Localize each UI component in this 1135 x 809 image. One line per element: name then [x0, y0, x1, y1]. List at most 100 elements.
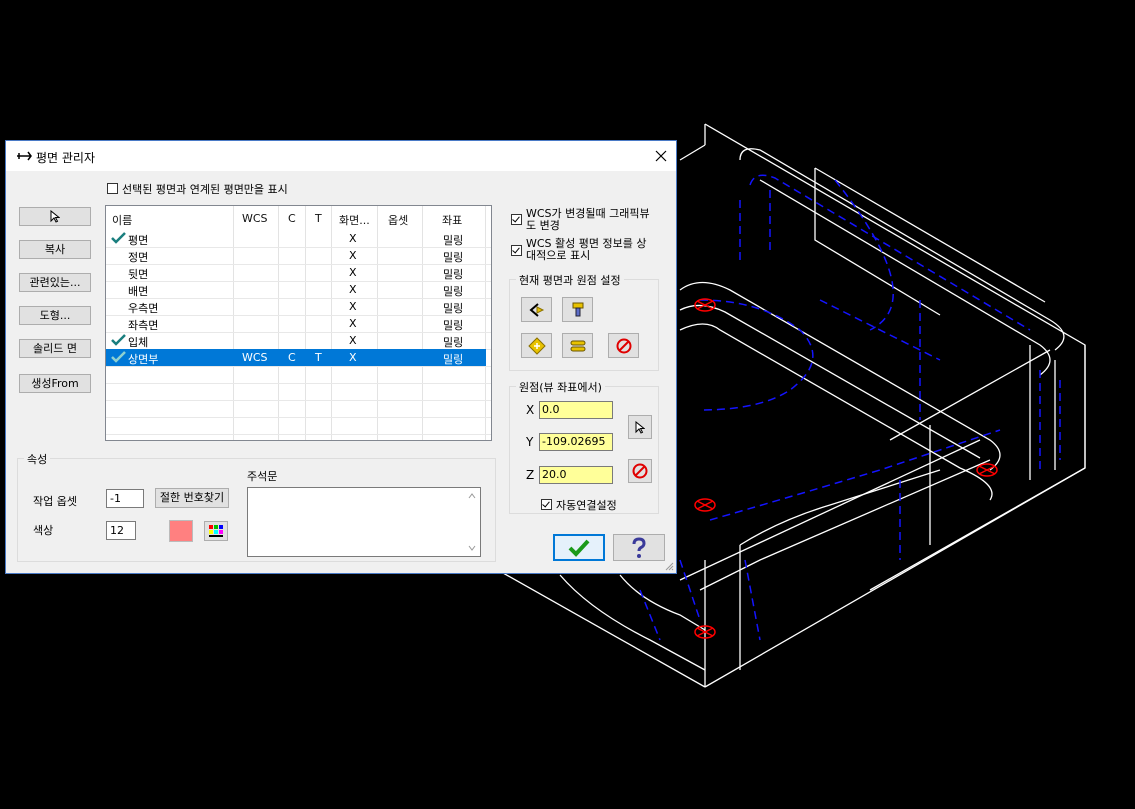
checkmark-icon: [111, 334, 126, 346]
select-pointer-button[interactable]: [19, 207, 91, 226]
cell-view: X: [349, 300, 357, 313]
create-from-button[interactable]: 생성From: [19, 374, 91, 393]
cell-name: 우측면: [128, 302, 159, 315]
scroll-down-icon: [468, 545, 476, 551]
origin-z-label: Z: [526, 468, 535, 482]
plane-manager-dialog: 평면 관리자 선택된 평면과 연계된 평면만을 표시 복사 관련있는... 도형…: [5, 140, 677, 574]
close-icon: [655, 150, 667, 162]
help-question-icon: [632, 536, 646, 558]
show-related-only-checkbox[interactable]: [107, 183, 118, 194]
column-header-t[interactable]: T: [315, 212, 322, 225]
cell-name: 좌측면: [128, 319, 159, 332]
resize-grip-icon[interactable]: [665, 562, 674, 571]
column-header-c[interactable]: C: [288, 212, 296, 225]
origin-x-label: X: [526, 403, 535, 417]
reset-planes-button[interactable]: [608, 333, 639, 358]
table-row[interactable]: 상면부 WCS C T X 밀링: [106, 349, 486, 366]
column-header-wcs[interactable]: WCS: [242, 212, 268, 225]
origin-y-input[interactable]: -109.02695: [539, 433, 613, 451]
color-swatch[interactable]: [169, 520, 193, 542]
cursor-arrow-icon: [635, 420, 645, 434]
properties-group: 속성 작업 옵셋 -1 절한 번호찾기 색상 12 주석문: [17, 451, 496, 562]
prohibited-icon: [616, 338, 631, 353]
cell-coord: 밀링: [443, 319, 464, 332]
cell-view: X: [349, 266, 357, 279]
cell-coord: 밀링: [443, 336, 464, 349]
wcs-active-relative-checkbox[interactable]: [511, 245, 522, 256]
set-construction-plane-button[interactable]: [521, 333, 552, 358]
help-button[interactable]: [613, 534, 665, 561]
wcs-change-view-label: WCS가 변경될때 그래픽뷰 도 변경: [526, 207, 650, 232]
cell-coord: 밀링: [443, 302, 464, 315]
wcs-arrow-icon: [528, 302, 544, 317]
checkmark-icon: [111, 232, 126, 244]
cell-coord: 밀링: [443, 234, 464, 247]
pick-origin-button[interactable]: [628, 415, 652, 439]
cell-view: X: [349, 249, 357, 262]
table-row[interactable]: 정면 X 밀링: [106, 247, 486, 264]
wcs-active-relative-label: WCS 활성 평면 정보를 상 대적으로 표시: [526, 237, 647, 262]
cell-name: 배면: [128, 285, 149, 298]
checkmark-icon: [568, 539, 590, 557]
origin-z-input[interactable]: 20.0: [539, 466, 613, 484]
table-row[interactable]: 입체 X 밀링: [106, 332, 486, 349]
cell-c: C: [288, 351, 296, 364]
auto-link-label: 자동연결설정: [556, 499, 617, 512]
column-header-offset[interactable]: 옵셋: [388, 212, 408, 228]
column-header-coord[interactable]: 좌표: [442, 212, 462, 228]
cell-view: X: [349, 334, 357, 347]
title-bar[interactable]: 평면 관리자: [6, 141, 676, 171]
solid-face-button[interactable]: 솔리드 면: [19, 339, 91, 358]
cell-coord: 밀링: [443, 353, 464, 366]
close-button[interactable]: [646, 141, 676, 171]
table-row[interactable]: 우측면 X 밀링: [106, 298, 486, 315]
cell-view: X: [349, 283, 357, 296]
plane-list[interactable]: 이름 WCS C T 화면... 옵셋 좌표 평면 X 밀링 정면 X 밀링 뒷면 X 밀링 배면…: [105, 205, 492, 441]
column-header-name[interactable]: 이름: [112, 212, 132, 228]
set-tool-plane-button[interactable]: [562, 297, 593, 322]
set-wcs-button[interactable]: [521, 297, 552, 322]
cell-t: T: [315, 351, 322, 364]
origin-group: 원점(뷰 좌표에서) X 0.0 Y -109.02695 Z 20.0 자동연…: [509, 379, 659, 514]
prohibited-icon: [632, 463, 648, 479]
find-number-button[interactable]: 절한 번호찾기: [155, 488, 229, 508]
table-row[interactable]: 배면 X 밀링: [106, 281, 486, 298]
plane-diamond-icon: [527, 336, 546, 355]
cell-view: X: [349, 232, 357, 245]
origin-y-label: Y: [526, 435, 534, 449]
show-related-only-label: 선택된 평면과 연계된 평면만을 표시: [122, 183, 288, 196]
table-row[interactable]: 좌측면 X 밀링: [106, 315, 486, 332]
current-plane-group: 현재 평면과 원점 설정: [509, 272, 659, 371]
ok-button[interactable]: [553, 534, 605, 561]
dialog-title: 평면 관리자: [36, 151, 96, 165]
geometry-button[interactable]: 도형...: [19, 306, 91, 325]
auto-link-checkbox[interactable]: [541, 499, 552, 510]
table-row[interactable]: 뒷면 X 밀링: [106, 264, 486, 281]
cell-name: 뒷면: [128, 268, 149, 281]
reset-origin-button[interactable]: [628, 459, 652, 483]
tool-icon: [572, 302, 583, 316]
set-equal-planes-button[interactable]: [562, 333, 593, 358]
cell-wcs: WCS: [242, 351, 268, 364]
table-row[interactable]: 평면 X 밀링: [106, 230, 486, 247]
color-input[interactable]: 12: [106, 521, 136, 540]
column-header-view[interactable]: 화면...: [339, 212, 370, 228]
related-button[interactable]: 관련있는...: [19, 273, 91, 292]
cell-name: 입체: [128, 336, 149, 349]
wcs-change-view-checkbox[interactable]: [511, 214, 522, 225]
comment-scrollbar[interactable]: [465, 489, 479, 555]
checkmark-icon: [111, 351, 126, 363]
cell-coord: 밀링: [443, 268, 464, 281]
cell-coord: 밀링: [443, 251, 464, 264]
comment-label: 주석문: [247, 470, 278, 483]
color-palette-button[interactable]: [204, 521, 228, 541]
cell-name: 상면부: [128, 353, 159, 366]
properties-group-label: 속성: [24, 451, 51, 467]
work-offset-label: 작업 옵셋: [33, 495, 77, 508]
cell-name: 평면: [128, 234, 149, 247]
palette-icon: [209, 525, 223, 537]
copy-button[interactable]: 복사: [19, 240, 91, 259]
comment-textarea[interactable]: [247, 487, 481, 557]
work-offset-input[interactable]: -1: [106, 489, 144, 508]
origin-x-input[interactable]: 0.0: [539, 401, 613, 419]
